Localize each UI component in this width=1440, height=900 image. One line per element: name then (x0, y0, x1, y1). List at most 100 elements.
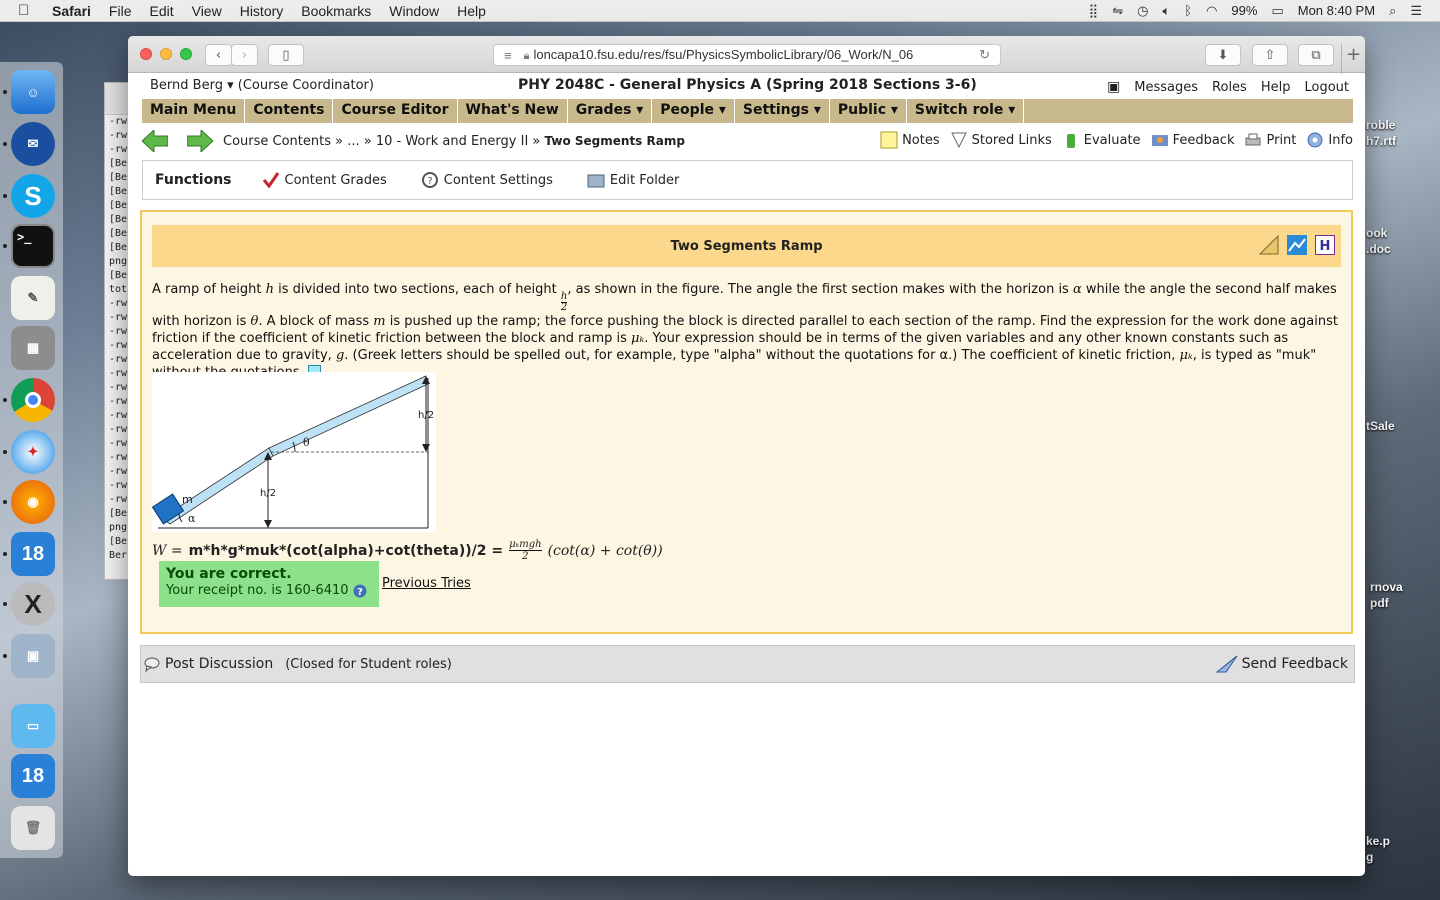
desktop-file-label[interactable]: ook (1366, 226, 1387, 240)
breadcrumb-bar: Course Contents » ... » 10 - Work and En… (142, 127, 1353, 157)
dots-menu-icon[interactable]: ⣿ (1089, 3, 1099, 19)
info-tool[interactable]: Info (1306, 131, 1353, 149)
thunderbird-icon[interactable]: ✉ (11, 122, 55, 166)
stored-links-tool[interactable]: Stored Links (950, 131, 1052, 149)
new-tab-button[interactable]: + (1341, 44, 1365, 74)
menu-window[interactable]: Window (389, 3, 439, 19)
desktop-file-label[interactable]: roble (1366, 118, 1395, 132)
nav-settings[interactable]: Settings ▾ (735, 99, 830, 123)
battery-percent[interactable]: 99% (1231, 3, 1257, 18)
course-title: PHY 2048C - General Physics A (Spring 20… (518, 77, 977, 93)
tabs-overview-button[interactable]: ⧉ (1298, 44, 1334, 66)
roles-link[interactable]: Roles (1212, 80, 1247, 95)
sidebar-button[interactable]: ▯ (268, 44, 304, 66)
xquartz-icon[interactable]: X (11, 582, 55, 626)
clock[interactable]: Mon 8:40 PM (1298, 3, 1375, 18)
download-icon: ⬇ (1217, 47, 1229, 63)
textedit-icon[interactable]: ✎ (11, 276, 55, 320)
menu-file[interactable]: File (109, 3, 132, 19)
breadcrumb-path[interactable]: Course Contents » ... » 10 - Work and En… (223, 134, 540, 149)
share-button[interactable]: ⇧ (1252, 44, 1288, 66)
edit-folder-link[interactable]: Edit Folder (587, 171, 679, 189)
downloads-button[interactable]: ⬇ (1205, 44, 1241, 66)
finder-icon[interactable]: ☺ (11, 70, 55, 114)
menu-bookmarks[interactable]: Bookmarks (301, 3, 371, 19)
minimize-window-button[interactable] (160, 48, 172, 60)
nav-switch-role[interactable]: Switch role ▾ (907, 99, 1025, 123)
trash-icon[interactable]: 🗑︎ (11, 806, 55, 850)
nav-main-menu[interactable]: Main Menu (142, 99, 246, 123)
wifi-icon[interactable]: ◠ (1206, 3, 1217, 19)
next-resource-arrow-icon[interactable] (187, 130, 213, 152)
forward-button[interactable]: › (231, 44, 258, 66)
terminal-icon[interactable]: >_ (11, 224, 55, 268)
spotlight-icon[interactable]: ⌕ (1389, 3, 1396, 19)
previous-resource-arrow-icon[interactable] (142, 130, 168, 152)
previous-tries-link[interactable]: Previous Tries (382, 576, 471, 591)
calculator-icon[interactable]: ▦ (11, 326, 55, 370)
nav-grades[interactable]: Grades ▾ (568, 99, 653, 123)
hint-h-icon[interactable]: H (1315, 235, 1335, 255)
correct-message: You are correct. (166, 566, 292, 582)
safari-compass-icon[interactable]: ✦ (11, 430, 55, 474)
desktop-file-label[interactable]: rnova (1370, 580, 1403, 594)
plus-icon: + (1345, 44, 1362, 65)
ruler-triangle-icon[interactable] (1259, 235, 1279, 255)
inbox-icon[interactable]: ▣ (1107, 79, 1120, 95)
evaluate-tool[interactable]: Evaluate (1062, 131, 1141, 149)
menu-edit[interactable]: Edit (149, 3, 173, 19)
notes-tool[interactable]: Notes (880, 131, 940, 149)
content-settings-link[interactable]: ? Content Settings (421, 171, 553, 189)
desktop-file-label[interactable]: h7.rtf (1366, 134, 1396, 148)
reload-icon[interactable]: ↻ (979, 47, 990, 63)
help-question-icon[interactable]: ? (353, 584, 367, 598)
zoom-window-button[interactable] (180, 48, 192, 60)
print-tool[interactable]: Print (1244, 131, 1296, 149)
math-symbol: μₖ (631, 331, 645, 346)
desktop-file-label[interactable]: g (1366, 850, 1373, 864)
folder-icon[interactable]: ▭ (11, 704, 55, 748)
url-text[interactable]: loncapa10.fsu.edu/res/fsu/PhysicsSymboli… (533, 47, 913, 62)
content-grades-link[interactable]: Content Grades (262, 171, 387, 189)
send-feedback-link[interactable]: Send Feedback (1215, 654, 1348, 674)
preview-icon[interactable]: ▣ (11, 634, 55, 678)
discussion-icon[interactable] (143, 655, 161, 673)
address-bar[interactable]: ≡ 🔒︎ loncapa10.fsu.edu/res/fsu/PhysicsSym… (493, 44, 1001, 66)
bluetooth-icon[interactable]: ᛒ (1184, 3, 1192, 18)
menu-help[interactable]: Help (457, 3, 486, 19)
skype-icon[interactable]: S (11, 174, 55, 218)
chrome-icon[interactable] (11, 378, 55, 422)
apple-icon[interactable]:  (18, 2, 38, 19)
post-discussion-link[interactable]: Post Discussion (165, 656, 273, 672)
user-info: Bernd Berg ▾ (Course Coordinator) (150, 78, 374, 93)
desktop-file-label[interactable]: pdf (1370, 596, 1389, 610)
back-button[interactable]: ‹ (205, 44, 232, 66)
feedback-tool[interactable]: Feedback (1151, 131, 1234, 149)
nav-contents[interactable]: Contents (245, 99, 334, 123)
user-menu[interactable]: Bernd Berg ▾ (150, 78, 234, 93)
notification-center-icon[interactable]: ☰ (1410, 3, 1422, 19)
menu-safari[interactable]: Safari (52, 3, 91, 19)
nav-public[interactable]: Public ▾ (830, 99, 907, 123)
problem-title: Two Segments Ramp (670, 238, 823, 254)
menu-history[interactable]: History (240, 3, 284, 19)
desktop-file-label[interactable]: .doc (1366, 242, 1391, 256)
nav-course-editor[interactable]: Course Editor (333, 99, 458, 123)
firefox-icon[interactable]: ◉ (11, 480, 55, 524)
close-window-button[interactable] (140, 48, 152, 60)
volume-icon[interactable]: 🔈︎ (1162, 3, 1170, 19)
maple-18-icon[interactable]: 18 (11, 754, 55, 798)
help-link[interactable]: Help (1261, 80, 1291, 95)
logout-link[interactable]: Logout (1304, 80, 1349, 95)
menu-view[interactable]: View (192, 3, 222, 19)
reader-icon[interactable]: ≡ (504, 48, 512, 63)
messages-link[interactable]: Messages (1134, 80, 1198, 95)
chart-icon[interactable] (1287, 235, 1307, 255)
network-icon[interactable]: ⇋ (1112, 3, 1123, 19)
desktop-file-label[interactable]: tSale (1366, 419, 1395, 433)
desktop-file-label[interactable]: ke.p (1366, 834, 1390, 848)
nav-people[interactable]: People ▾ (652, 99, 735, 123)
maple-18-icon[interactable]: 18 (11, 532, 55, 576)
time-machine-icon[interactable]: ◷ (1137, 3, 1148, 19)
nav-whats-new[interactable]: What's New (458, 99, 568, 123)
